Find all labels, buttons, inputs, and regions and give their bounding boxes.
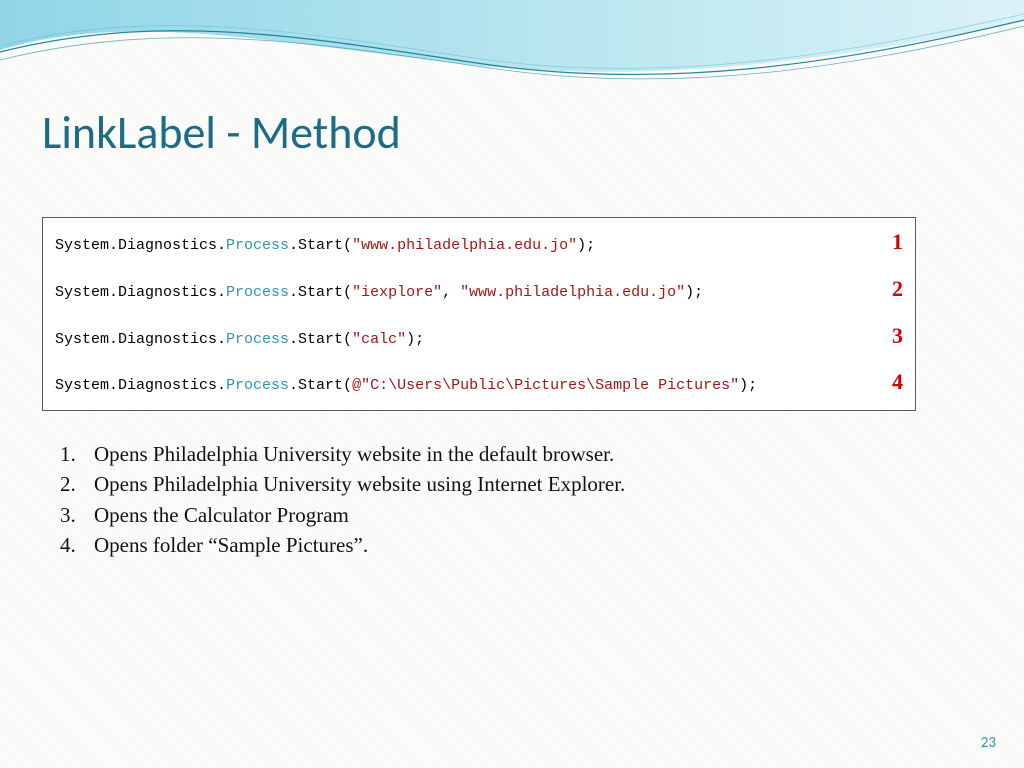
code-annotation-number: 1 xyxy=(874,228,903,256)
code-line: System.Diagnostics.Process.Start("www.ph… xyxy=(55,228,903,256)
list-item-text: Opens Philadelphia University website us… xyxy=(94,470,920,498)
list-item: 2.Opens Philadelphia University website … xyxy=(60,470,920,498)
code-annotation-number: 4 xyxy=(874,368,903,396)
code-text: System.Diagnostics.Process.Start("calc")… xyxy=(55,331,424,350)
blank-line xyxy=(55,353,903,368)
code-text: System.Diagnostics.Process.Start(@"C:\Us… xyxy=(55,377,757,396)
list-item-number: 4. xyxy=(60,531,94,559)
code-annotation-number: 2 xyxy=(874,275,903,303)
code-line: System.Diagnostics.Process.Start("iexplo… xyxy=(55,275,903,303)
page-number: 23 xyxy=(981,734,996,752)
list-item-number: 1. xyxy=(60,440,94,468)
list-item-number: 3. xyxy=(60,501,94,529)
blank-line xyxy=(55,260,903,275)
code-line: System.Diagnostics.Process.Start("calc")… xyxy=(55,322,903,350)
blank-line xyxy=(55,307,903,322)
list-item: 3.Opens the Calculator Program xyxy=(60,501,920,529)
list-item: 1.Opens Philadelphia University website … xyxy=(60,440,920,468)
explanation-list: 1.Opens Philadelphia University website … xyxy=(60,440,920,561)
list-item-number: 2. xyxy=(60,470,94,498)
list-item: 4.Opens folder “Sample Pictures”. xyxy=(60,531,920,559)
code-example-box: System.Diagnostics.Process.Start("www.ph… xyxy=(42,217,916,411)
code-annotation-number: 3 xyxy=(874,322,903,350)
code-text: System.Diagnostics.Process.Start("iexplo… xyxy=(55,284,703,303)
list-item-text: Opens Philadelphia University website in… xyxy=(94,440,920,468)
list-item-text: Opens folder “Sample Pictures”. xyxy=(94,531,920,559)
slide-title: LinkLabel - Method xyxy=(42,105,401,161)
code-line: System.Diagnostics.Process.Start(@"C:\Us… xyxy=(55,368,903,396)
code-text: System.Diagnostics.Process.Start("www.ph… xyxy=(55,237,595,256)
list-item-text: Opens the Calculator Program xyxy=(94,501,920,529)
